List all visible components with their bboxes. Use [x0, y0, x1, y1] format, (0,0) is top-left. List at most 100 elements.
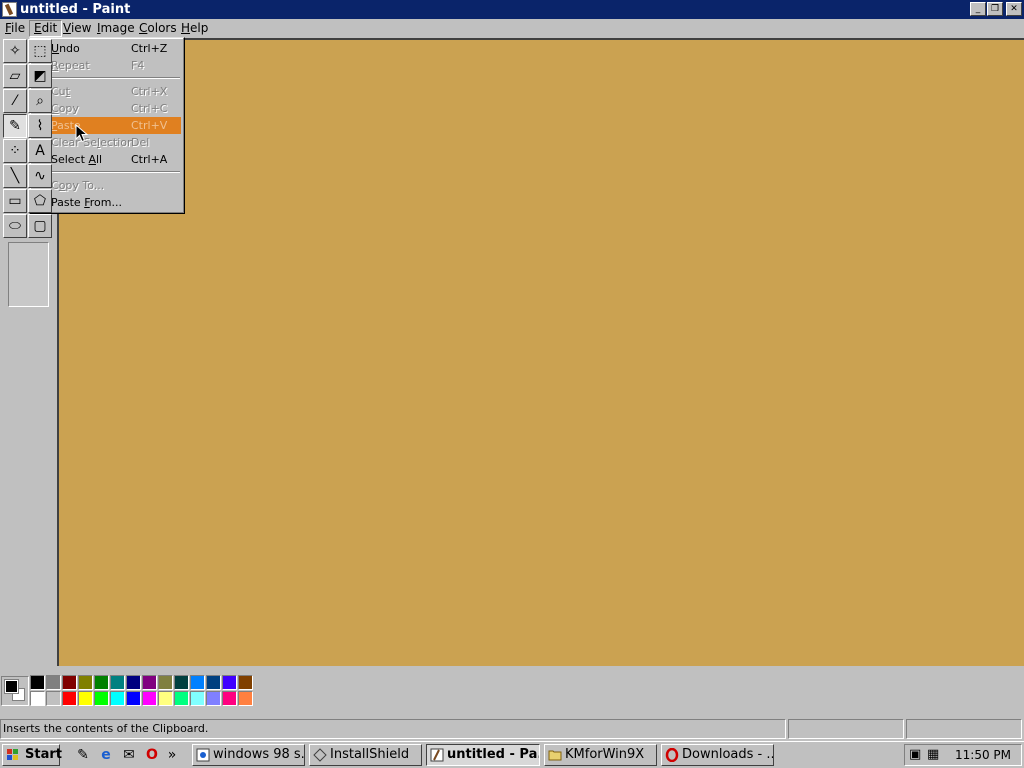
menu-colors-label: olors — [147, 21, 177, 35]
menu-item-copy[interactable]: Copy Ctrl+C — [33, 100, 181, 117]
palette-color-swatch[interactable] — [62, 691, 77, 706]
palette-color-swatch[interactable] — [110, 691, 125, 706]
palette-color-swatch[interactable] — [46, 675, 61, 690]
foreground-color-swatch[interactable] — [4, 679, 19, 694]
copy-to-text-a: C — [51, 179, 59, 192]
palette-color-swatch[interactable] — [78, 675, 93, 690]
task-button-kmforwin9x[interactable]: KMforWin9X — [544, 744, 657, 766]
palette-color-swatch[interactable] — [142, 675, 157, 690]
palette-color-swatch[interactable] — [126, 675, 141, 690]
palette-color-swatch[interactable] — [238, 691, 253, 706]
menu-item-repeat[interactable]: Repeat F4 — [33, 57, 181, 74]
title-bar[interactable]: untitled - Paint _ ❐ ✕ — [0, 0, 1024, 19]
palette-color-swatch[interactable] — [190, 691, 205, 706]
menu-colors[interactable]: Colors — [134, 20, 182, 37]
taskbar-clock[interactable]: 11:50 PM — [955, 747, 1011, 763]
menu-view[interactable]: View — [58, 20, 96, 37]
palette-color-swatch[interactable] — [206, 675, 221, 690]
task-button-downloads[interactable]: Downloads - ... — [661, 744, 774, 766]
curve-icon[interactable]: ∿ — [28, 164, 52, 188]
edit-menu-dropdown: Undo Ctrl+Z Repeat F4 Cut Ctrl+X Copy Ct… — [29, 37, 185, 214]
palette-color-swatch[interactable] — [190, 675, 205, 690]
shortcut-paste: Ctrl+V — [131, 119, 168, 132]
palette-color-swatch[interactable] — [222, 675, 237, 690]
palette-color-swatch[interactable] — [30, 691, 45, 706]
quicklaunch-more-button[interactable]: » — [166, 746, 178, 764]
palette-color-swatch[interactable] — [174, 675, 189, 690]
scheduler-tray-icon[interactable]: ▦ — [927, 747, 943, 763]
palette-color-swatch[interactable] — [158, 675, 173, 690]
menu-item-paste[interactable]: Paste Ctrl+V — [33, 117, 181, 134]
palette-color-swatch[interactable] — [206, 691, 221, 706]
menu-item-copy-to[interactable]: Copy To... — [33, 177, 181, 194]
task-button-installshield[interactable]: InstallShield — [309, 744, 422, 766]
line-icon[interactable]: ╲ — [3, 164, 27, 188]
menu-item-select-all[interactable]: Select All Ctrl+A — [33, 151, 181, 168]
palette-color-swatch[interactable] — [126, 691, 141, 706]
palette-color-swatch[interactable] — [62, 675, 77, 690]
paint-app-icon[interactable] — [2, 2, 17, 17]
palette-color-swatch[interactable] — [222, 691, 237, 706]
mouse-cursor-icon — [75, 124, 89, 143]
internet-explorer-icon[interactable]: e — [97, 746, 115, 764]
palette-color-swatch[interactable] — [30, 675, 45, 690]
airbrush-icon[interactable]: ⁘ — [3, 139, 27, 163]
task-button-windows98[interactable]: windows 98 s... — [192, 744, 305, 766]
paint-icon — [430, 748, 444, 762]
text-icon[interactable]: A — [28, 139, 52, 163]
rectangle-icon[interactable]: ▭ — [3, 189, 27, 213]
magnifier-icon[interactable]: ⌕ — [28, 89, 52, 113]
eraser-icon[interactable]: ▱ — [3, 64, 27, 88]
menu-help-label: elp — [190, 21, 209, 35]
outlook-express-icon[interactable]: ✉ — [120, 746, 138, 764]
palette-color-swatch[interactable] — [46, 691, 61, 706]
menu-item-undo[interactable]: Undo Ctrl+Z — [33, 40, 181, 57]
fill-icon[interactable]: ◩ — [28, 64, 52, 88]
task-button-paint[interactable]: untitled - Pa... — [426, 744, 540, 766]
menu-file[interactable]: File — [0, 20, 30, 37]
status-size-pane — [906, 719, 1022, 739]
free-form-select-icon[interactable]: ✧ — [3, 39, 27, 63]
menu-edit-mnemonic: E — [34, 21, 42, 35]
undo-mnemonic: U — [51, 42, 60, 55]
start-button[interactable]: Start — [2, 744, 62, 766]
shortcut-copy: Ctrl+C — [131, 102, 168, 115]
close-button[interactable]: ✕ — [1006, 2, 1022, 16]
menu-image[interactable]: Image — [92, 20, 140, 37]
polygon-icon[interactable]: ⬠ — [28, 189, 52, 213]
drawing-canvas[interactable] — [59, 40, 1024, 666]
palette-color-swatch[interactable] — [238, 675, 253, 690]
status-coordinates-pane — [788, 719, 904, 739]
copy-text: opy — [58, 102, 79, 115]
select-icon[interactable]: ⬚ — [28, 39, 52, 63]
task-label: windows 98 s... — [213, 747, 305, 762]
menu-item-cut[interactable]: Cut Ctrl+X — [33, 83, 181, 100]
palette-color-swatch[interactable] — [94, 675, 109, 690]
color-picker-icon[interactable]: ⁄ — [3, 89, 27, 113]
show-desktop-icon[interactable]: ✎ — [74, 746, 92, 764]
menu-item-copy-to-label: Copy To... — [51, 177, 104, 194]
palette-color-swatch[interactable] — [110, 675, 125, 690]
rounded-rectangle-icon[interactable]: ▢ — [28, 214, 52, 238]
palette-color-swatch[interactable] — [94, 691, 109, 706]
opera-quicklaunch-icon[interactable]: O — [143, 746, 161, 764]
menu-item-clear-selection[interactable]: Clear Selection Del — [33, 134, 181, 151]
menu-item-select-all-label: Select All — [51, 151, 102, 168]
palette-color-swatch[interactable] — [174, 691, 189, 706]
shortcut-clear-selection: Del — [131, 136, 150, 149]
network-tray-icon[interactable]: ▣ — [909, 747, 925, 763]
menu-item-paste-from[interactable]: Paste From... — [33, 194, 181, 211]
minimize-button[interactable]: _ — [970, 2, 986, 16]
paste-from-text-a: Paste — [51, 196, 85, 209]
restore-button[interactable]: ❐ — [987, 2, 1003, 16]
palette-color-swatch[interactable] — [142, 691, 157, 706]
tool-options-box[interactable] — [8, 242, 49, 307]
ellipse-icon[interactable]: ⬭ — [3, 214, 27, 238]
pencil-icon[interactable]: ✎ — [3, 114, 27, 138]
palette-color-swatch[interactable] — [158, 691, 173, 706]
menu-help[interactable]: Help — [176, 20, 213, 37]
undo-text: ndo — [59, 42, 80, 55]
menu-view-label: iew — [70, 21, 92, 35]
palette-color-swatch[interactable] — [78, 691, 93, 706]
brush-icon[interactable]: ⌇ — [28, 114, 52, 138]
